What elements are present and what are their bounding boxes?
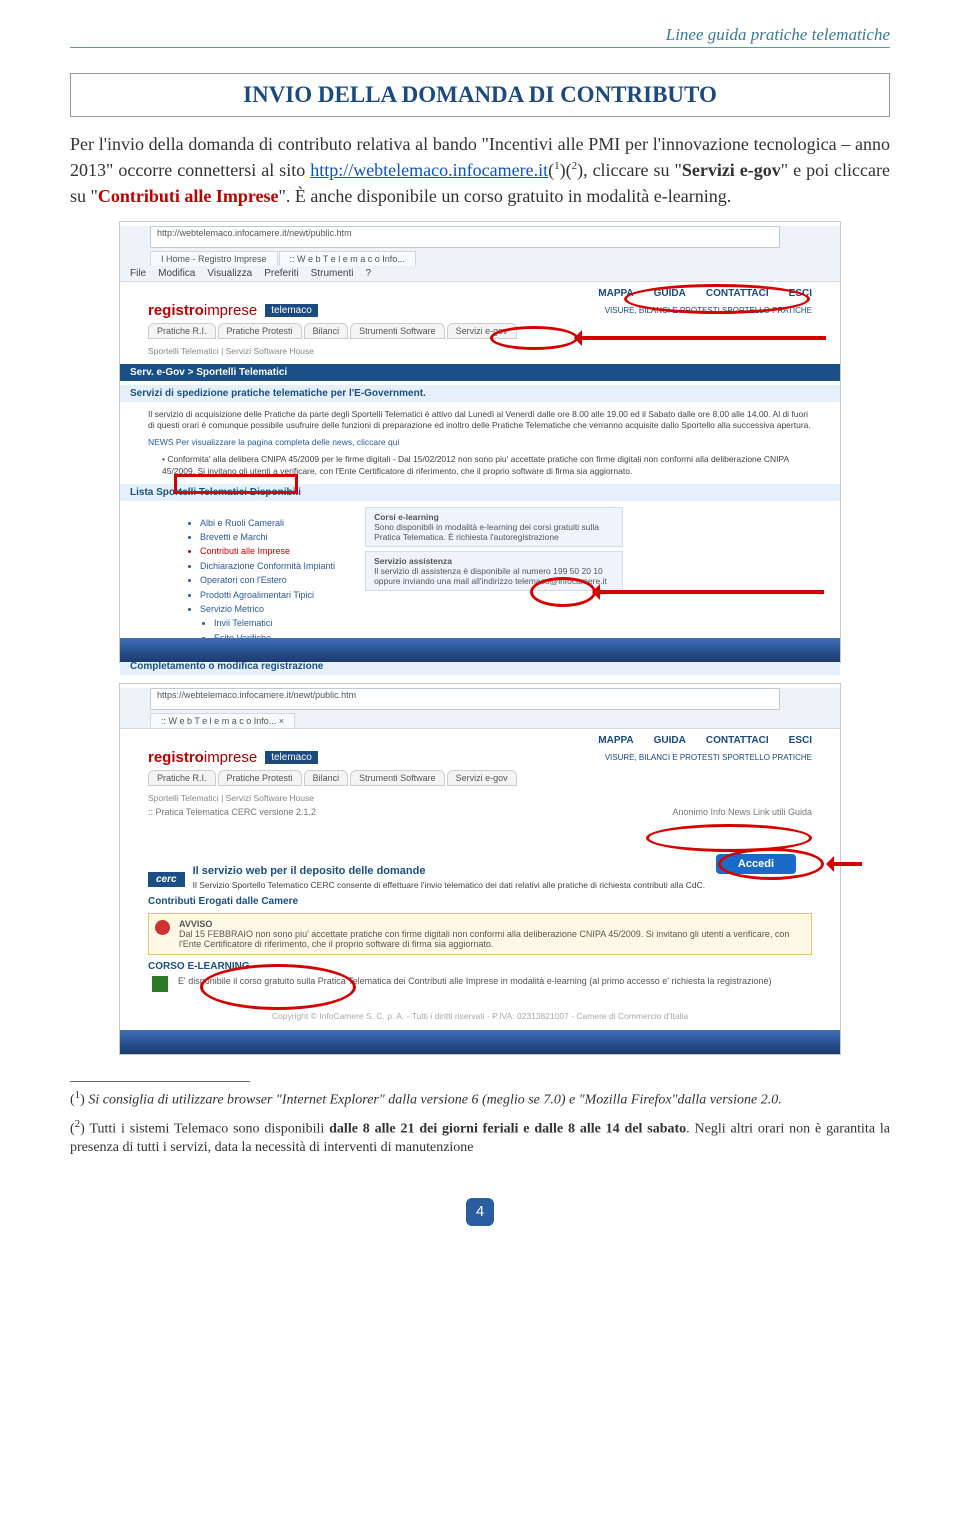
page-number: 4 bbox=[466, 1198, 494, 1226]
screenshot-2: https://webtelemaco.infocamere.it/newt/p… bbox=[119, 683, 841, 1055]
nav-link[interactable]: ESCI bbox=[789, 735, 812, 746]
cerc-logo: cerc bbox=[148, 872, 185, 887]
menu-item[interactable]: File bbox=[130, 268, 146, 279]
footnote-text: Tutti i sistemi Telemaco sono disponibil… bbox=[85, 1121, 329, 1136]
cerc-subtitle: Contributi Erogati dalle Camere bbox=[148, 896, 812, 907]
service-title: Il servizio web per il deposito delle do… bbox=[193, 865, 426, 877]
header-rule bbox=[70, 47, 890, 48]
news-line: NEWS Per visualizzare la pagina completa… bbox=[148, 434, 812, 451]
browser-chrome: https://webtelemaco.infocamere.it/newt/p… bbox=[120, 688, 840, 729]
breadcrumb: Sportelli Telematici | Servizi Software … bbox=[148, 343, 812, 360]
browser-tabs: I Home - Registro Imprese :: W e b T e l… bbox=[150, 251, 840, 266]
tab-bilanci[interactable]: Bilanci bbox=[304, 323, 349, 339]
tab-bilanci[interactable]: Bilanci bbox=[304, 770, 349, 786]
tab-pratiche-ri[interactable]: Pratiche R.I. bbox=[148, 770, 216, 786]
browser-tab[interactable]: I Home - Registro Imprese bbox=[150, 251, 278, 266]
menu-item[interactable]: Visualizza bbox=[207, 268, 252, 279]
nav-link[interactable]: GUIDA bbox=[654, 735, 686, 746]
list-item[interactable]: Invii Telematici bbox=[214, 616, 335, 630]
annotation-oval bbox=[200, 964, 356, 1010]
avviso-title: AVVISO bbox=[179, 919, 212, 929]
browser-chrome: http://webtelemaco.infocamere.it/newt/pu… bbox=[120, 226, 840, 282]
avviso-box: AVVISO Dal 15 FEBBRAIO non sono piu' acc… bbox=[148, 913, 812, 955]
tab-pratiche-ri[interactable]: Pratiche R.I. bbox=[148, 323, 216, 339]
cerc-row: cerc Il servizio web per il deposito del… bbox=[148, 865, 812, 894]
footnote-separator bbox=[70, 1081, 250, 1082]
nav-tabs: Pratiche R.I. Pratiche Protesti Bilanci … bbox=[148, 770, 812, 786]
footnote-num: 2 bbox=[75, 1118, 81, 1130]
corsi-box: Corsi e-learningSono disponibili in moda… bbox=[365, 507, 623, 547]
annotation-box bbox=[174, 474, 298, 494]
menu-item[interactable]: ? bbox=[365, 268, 371, 279]
two-column: Albi e Ruoli Camerali Brevetti e Marchi … bbox=[148, 507, 812, 655]
windows-taskbar bbox=[120, 638, 840, 662]
footnote-2: (2) Tutti i sistemi Telemaco sono dispon… bbox=[70, 1117, 890, 1158]
logo-row: registroimprese telemaco VISURE, BILANCI… bbox=[148, 749, 812, 766]
text: ), cliccare su " bbox=[577, 160, 682, 180]
contributi-label: Contributi alle Imprese bbox=[98, 186, 279, 206]
footnote-bold: dalle 8 alle 21 dei giorni feriali e dal… bbox=[329, 1121, 686, 1136]
breadcrumb: Sportelli Telematici | Servizi Software … bbox=[148, 790, 812, 807]
address-bar[interactable]: http://webtelemaco.infocamere.it/newt/pu… bbox=[150, 226, 780, 248]
sportelli-list: Albi e Ruoli Camerali Brevetti e Marchi … bbox=[148, 516, 335, 646]
text: )( bbox=[560, 160, 572, 180]
list-item[interactable]: Prodotti Agroalimentari Tipici bbox=[200, 588, 335, 602]
annotation-arrow bbox=[576, 336, 826, 340]
nav-link[interactable]: MAPPA bbox=[598, 735, 633, 746]
telemaco-logo: telemaco bbox=[265, 751, 318, 764]
footnote-1: (1) Si consiglia di utilizzare browser "… bbox=[70, 1088, 890, 1111]
ie-menubar: File Modifica Visualizza Preferiti Strum… bbox=[120, 266, 840, 281]
browser-tab[interactable]: :: W e b T e l e m a c o Info... × bbox=[150, 713, 295, 728]
annotation-arrow bbox=[594, 590, 824, 594]
right-links: Anonimo Info News Link utili Guida bbox=[672, 807, 812, 817]
servizi-egov-label: Servizi e-gov bbox=[682, 160, 781, 180]
list-item-contributi[interactable]: Contributi alle Imprese bbox=[200, 544, 335, 558]
page-content: MAPPA GUIDA CONTATTACI ESCI registroimpr… bbox=[120, 282, 840, 733]
footnote-num: 1 bbox=[75, 1089, 81, 1101]
menu-item[interactable]: Preferiti bbox=[264, 268, 298, 279]
breadcrumb-2: :: Pratica Telematica CERC versione 2.1.… bbox=[148, 807, 316, 817]
browser-tab[interactable]: :: W e b T e l e m a c o Info... bbox=[279, 251, 416, 266]
nav-link[interactable]: CONTATTACI bbox=[706, 735, 769, 746]
footnote-text: Si consiglia di utilizzare browser "Inte… bbox=[85, 1093, 782, 1108]
top-nav: MAPPA GUIDA CONTATTACI ESCI bbox=[148, 735, 812, 746]
list-item[interactable]: Dichiarazione Conformità Impianti bbox=[200, 559, 335, 573]
tab-strumenti[interactable]: Strumenti Software bbox=[350, 323, 445, 339]
list-item[interactable]: Albi e Ruoli Camerali bbox=[200, 516, 335, 530]
annotation-arrow bbox=[828, 862, 862, 866]
document-header: Linee guida pratiche telematiche bbox=[70, 25, 890, 45]
windows-taskbar bbox=[120, 1030, 840, 1054]
registroimprese-logo: registroimprese bbox=[148, 302, 257, 319]
telemaco-logo: telemaco bbox=[265, 304, 318, 317]
tab-pratiche-protesti[interactable]: Pratiche Protesti bbox=[218, 323, 302, 339]
sub-heading: Servizi di spedizione pratiche telematic… bbox=[120, 385, 840, 402]
service-description: Il servizio di acquisizione delle Pratic… bbox=[148, 406, 812, 434]
address-bar[interactable]: https://webtelemaco.infocamere.it/newt/p… bbox=[150, 688, 780, 710]
copyright: Copyright © InfoCamere S. C. p. A. - Tut… bbox=[148, 1008, 812, 1025]
telemaco-link[interactable]: http://webtelemaco.infocamere.it bbox=[310, 160, 548, 180]
list-item[interactable]: Brevetti e Marchi bbox=[200, 530, 335, 544]
subnav-right: VISURE, BILANCI E PROTESTI SPORTELLO PRA… bbox=[605, 753, 812, 762]
browser-tabs: :: W e b T e l e m a c o Info... × bbox=[150, 713, 840, 728]
intro-paragraph: Per l'invio della domanda di contributo … bbox=[70, 131, 890, 209]
blue-heading: Serv. e-Gov > Sportelli Telematici bbox=[120, 364, 840, 381]
service-body: Il Servizio Sportello Telematico CERC co… bbox=[193, 877, 812, 894]
menu-item[interactable]: Modifica bbox=[158, 268, 195, 279]
registroimprese-logo: registroimprese bbox=[148, 749, 257, 766]
list-item[interactable]: Servizio Metrico bbox=[200, 602, 335, 616]
screenshot-1: http://webtelemaco.infocamere.it/newt/pu… bbox=[119, 221, 841, 663]
tab-strumenti[interactable]: Strumenti Software bbox=[350, 770, 445, 786]
section-title: INVIO DELLA DOMANDA DI CONTRIBUTO bbox=[85, 82, 875, 108]
tab-servizi-egov[interactable]: Servizi e-gov bbox=[447, 770, 517, 786]
avviso-body: Dal 15 FEBBRAIO non sono piu' accettate … bbox=[179, 929, 789, 949]
tab-pratiche-protesti[interactable]: Pratiche Protesti bbox=[218, 770, 302, 786]
text: ". È anche disponibile un corso gratuito… bbox=[279, 186, 732, 206]
list-item[interactable]: Operatori con l'Estero bbox=[200, 573, 335, 587]
menu-item[interactable]: Strumenti bbox=[311, 268, 354, 279]
section-box: INVIO DELLA DOMANDA DI CONTRIBUTO bbox=[70, 73, 890, 117]
